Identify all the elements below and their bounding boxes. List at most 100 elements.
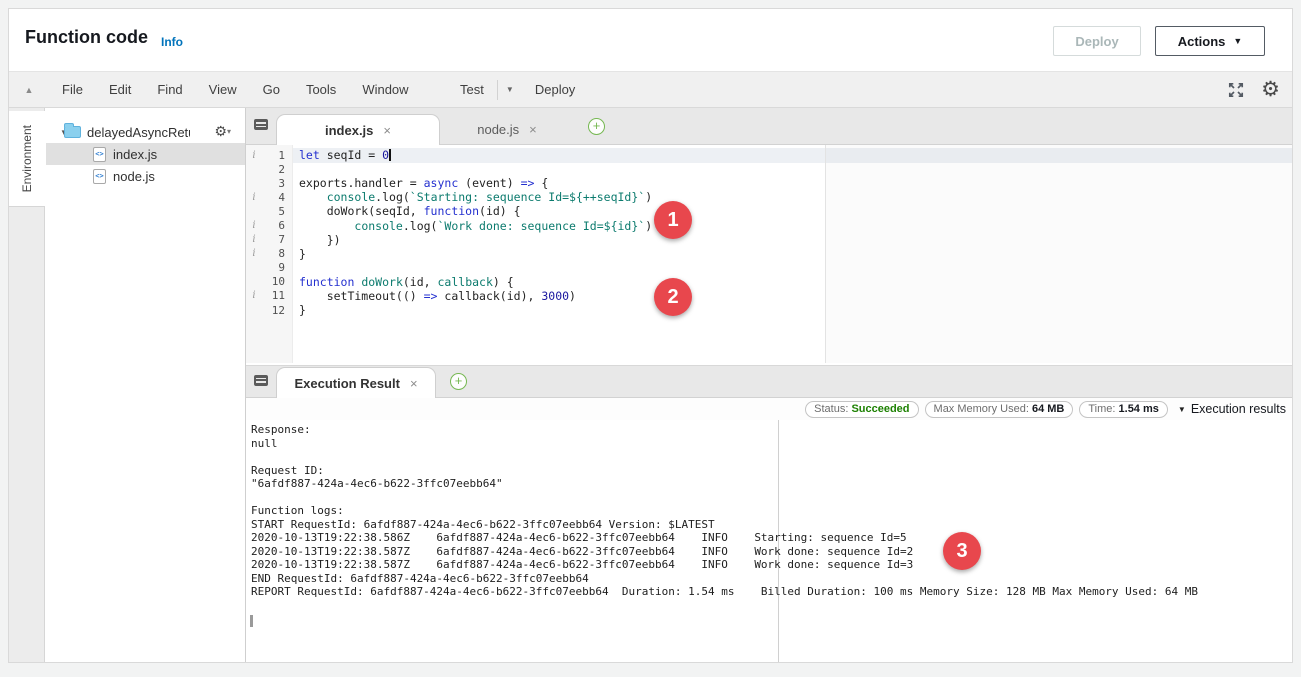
- log-line: [251, 450, 1292, 464]
- editor-tabbar: index.js × node.js × +: [246, 108, 1292, 145]
- line-number: 10: [262, 275, 285, 288]
- collapse-menubar-icon[interactable]: ▲: [9, 85, 49, 95]
- log-line: [251, 491, 1292, 505]
- tab-close-icon[interactable]: ×: [410, 376, 418, 391]
- line-number: 3: [262, 177, 285, 190]
- callout-badge-3: 3: [943, 532, 981, 570]
- folder-disclosure-icon[interactable]: ▼: [46, 128, 64, 137]
- log-line: REPORT RequestId: 6afdf887-424a-4ec6-b62…: [251, 585, 1292, 599]
- code-token: ): [569, 289, 576, 303]
- menu-view[interactable]: View: [196, 82, 250, 97]
- line-number: 1: [262, 149, 285, 162]
- code-token: .log(: [375, 190, 410, 204]
- tree-folder-row[interactable]: ▼ delayedAsyncReturn ⚙▾: [46, 121, 245, 143]
- environment-tab[interactable]: Environment: [9, 111, 45, 207]
- code-token: exports.handler =: [299, 176, 424, 190]
- callout-badge-2: 2: [654, 278, 692, 316]
- tab-execution-result[interactable]: Execution Result ×: [276, 367, 436, 398]
- actions-button[interactable]: Actions ▼: [1155, 26, 1265, 56]
- tab-label: node.js: [477, 122, 519, 137]
- output-log: Response:null Request ID:"6afdf887-424a-…: [251, 423, 1292, 599]
- fullscreen-icon[interactable]: [1227, 81, 1245, 99]
- info-link[interactable]: Info: [161, 35, 183, 49]
- code-line: i6 console.log(`Work done: sequence Id=$…: [246, 218, 1292, 232]
- log-line: Function logs:: [251, 504, 1292, 518]
- tab-list-icon[interactable]: [246, 117, 276, 135]
- menu-file[interactable]: File: [49, 82, 96, 97]
- code-token: 3000: [541, 289, 569, 303]
- tab-close-icon[interactable]: ×: [383, 123, 391, 138]
- code-token: setTimeout((): [299, 289, 424, 303]
- tab-node-js[interactable]: node.js ×: [440, 114, 574, 144]
- menu-test[interactable]: Test: [447, 72, 497, 107]
- execution-output[interactable]: Response:null Request ID:"6afdf887-424a-…: [246, 420, 1292, 662]
- chevron-down-icon: ▼: [1178, 405, 1186, 414]
- code-token: `Starting: sequence Id=${++seqId}`: [410, 190, 645, 204]
- file-tree: ▼ delayedAsyncReturn ⚙▾ <> index.js <>node…: [46, 121, 245, 187]
- file-name: index.js: [113, 147, 157, 162]
- log-line: END RequestId: 6afdf887-424a-4ec6-b622-3…: [251, 572, 1292, 586]
- new-tab-icon[interactable]: +: [588, 118, 605, 135]
- code-token: 0: [382, 148, 389, 162]
- code-line: i8}: [246, 247, 1292, 261]
- line-number: 11: [262, 289, 285, 302]
- environment-strip: Environment: [9, 108, 45, 662]
- tree-file-index-js[interactable]: <> index.js: [46, 143, 245, 165]
- code-token: .log(: [403, 219, 438, 233]
- line-number: 12: [262, 304, 285, 317]
- log-line: null: [251, 437, 1292, 451]
- code-line: 10function doWork(id, callback) {: [246, 275, 1292, 289]
- tab-label: Execution Result: [294, 376, 399, 391]
- code-text: console.log(`Work done: sequence Id=${id…: [285, 219, 652, 233]
- gutter-info-icon: i: [246, 290, 262, 301]
- gutter-info-icon: i: [246, 192, 262, 203]
- actions-button-label: Actions: [1178, 34, 1226, 49]
- ide-menubar: ▲ FileEditFindViewGoToolsWindow Test ▼ D…: [9, 71, 1292, 108]
- file-tree-panel: ▼ delayedAsyncReturn ⚙▾ <> index.js <>node…: [46, 108, 246, 662]
- tab-label: index.js: [325, 123, 373, 138]
- log-line: START RequestId: 6afdf887-424a-4ec6-b622…: [251, 518, 1292, 532]
- tree-file-node-js[interactable]: <>node.js: [46, 165, 245, 187]
- test-dropdown-icon[interactable]: ▼: [498, 85, 522, 94]
- code-line: 12}: [246, 303, 1292, 317]
- code-token: `Work done: sequence Id=${id}`: [437, 219, 645, 233]
- results-new-tab-icon[interactable]: +: [450, 373, 467, 390]
- gutter-info-icon: i: [246, 220, 262, 231]
- gutter-info-icon: i: [246, 150, 262, 161]
- menu-find[interactable]: Find: [144, 82, 195, 97]
- editor-tabs: index.js × node.js ×: [276, 114, 574, 144]
- menu-deploy[interactable]: Deploy: [522, 72, 588, 107]
- code-line: i4 console.log(`Starting: sequence Id=${…: [246, 190, 1292, 204]
- code-text: function doWork(id, callback) {: [285, 275, 514, 289]
- results-tab-list-icon[interactable]: [246, 373, 276, 391]
- tab-index-js[interactable]: index.js ×: [276, 114, 440, 145]
- code-token: {: [534, 176, 548, 190]
- menu-go[interactable]: Go: [250, 82, 293, 97]
- menu-tools[interactable]: Tools: [293, 82, 349, 97]
- line-number: 7: [262, 233, 285, 246]
- line-number: 6: [262, 219, 285, 232]
- code-token: function: [299, 275, 354, 289]
- execution-results-label: Execution results: [1191, 402, 1286, 416]
- panel-header: Function code Info Deploy Actions ▼: [9, 9, 1292, 71]
- code-line: i1let seqId = 0: [246, 148, 1292, 162]
- tree-settings-gear-icon[interactable]: ⚙▾: [214, 124, 231, 140]
- line-number: 9: [262, 261, 285, 274]
- editor-pane: index.js × node.js × + i1let seqId = 0 2 3 exp…: [246, 108, 1292, 662]
- code-editor[interactable]: i1let seqId = 023exports.handler = async…: [246, 145, 1292, 363]
- tab-close-icon[interactable]: ×: [529, 122, 537, 137]
- badge-value: 64 MB: [1032, 403, 1064, 415]
- code-token: (event): [458, 176, 520, 190]
- log-line: 2020-10-13T19:22:38.587Z 6afdf887-424a-4…: [251, 545, 1292, 559]
- menu-window[interactable]: Window: [349, 82, 421, 97]
- code-token: }: [299, 247, 306, 261]
- code-token: [299, 190, 327, 204]
- menu-edit[interactable]: Edit: [96, 82, 144, 97]
- execution-results-dropdown[interactable]: ▼ Execution results: [1178, 402, 1286, 416]
- deploy-button[interactable]: Deploy: [1053, 26, 1141, 56]
- log-line: Response:: [251, 423, 1292, 437]
- settings-gear-icon[interactable]: ⚙: [1261, 79, 1280, 100]
- js-file-icon: <>: [93, 147, 106, 162]
- code-token: function: [424, 204, 479, 218]
- execution-status-row: Status: SucceededMax Memory Used: 64 MBT…: [246, 398, 1292, 420]
